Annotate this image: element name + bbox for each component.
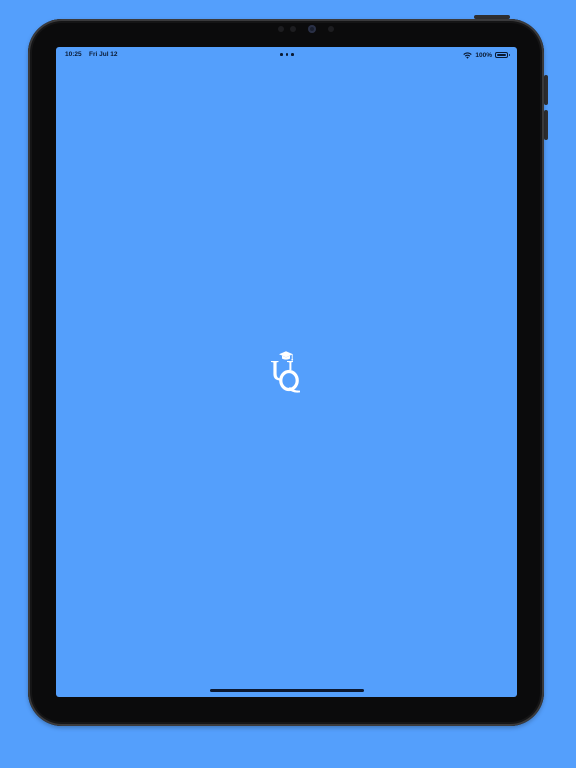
graduation-cap-icon — [279, 351, 294, 361]
home-indicator[interactable] — [210, 689, 364, 692]
sensor-dot — [278, 26, 284, 32]
front-camera-icon — [308, 25, 316, 33]
volume-down-button — [544, 110, 548, 140]
uq-logo — [271, 351, 300, 393]
status-date: Fri Jul 12 — [89, 51, 118, 58]
sensor-dot — [290, 26, 296, 32]
multitasking-dots-icon[interactable] — [280, 53, 294, 56]
volume-up-button — [544, 75, 548, 105]
battery-icon — [495, 52, 510, 58]
wifi-icon — [463, 51, 473, 59]
status-indicators: 100% — [463, 50, 510, 60]
battery-percentage: 100% — [475, 51, 492, 59]
status-time: 10:25 — [65, 51, 82, 58]
screen: 10:25 Fri Jul 12 100% — [56, 47, 517, 697]
camera-bar — [268, 24, 358, 34]
app-screenshot: 10:25 Fri Jul 12 100% — [0, 0, 576, 768]
sensor-dot — [328, 26, 334, 32]
status-bar: 10:25 Fri Jul 12 100% — [56, 47, 517, 63]
